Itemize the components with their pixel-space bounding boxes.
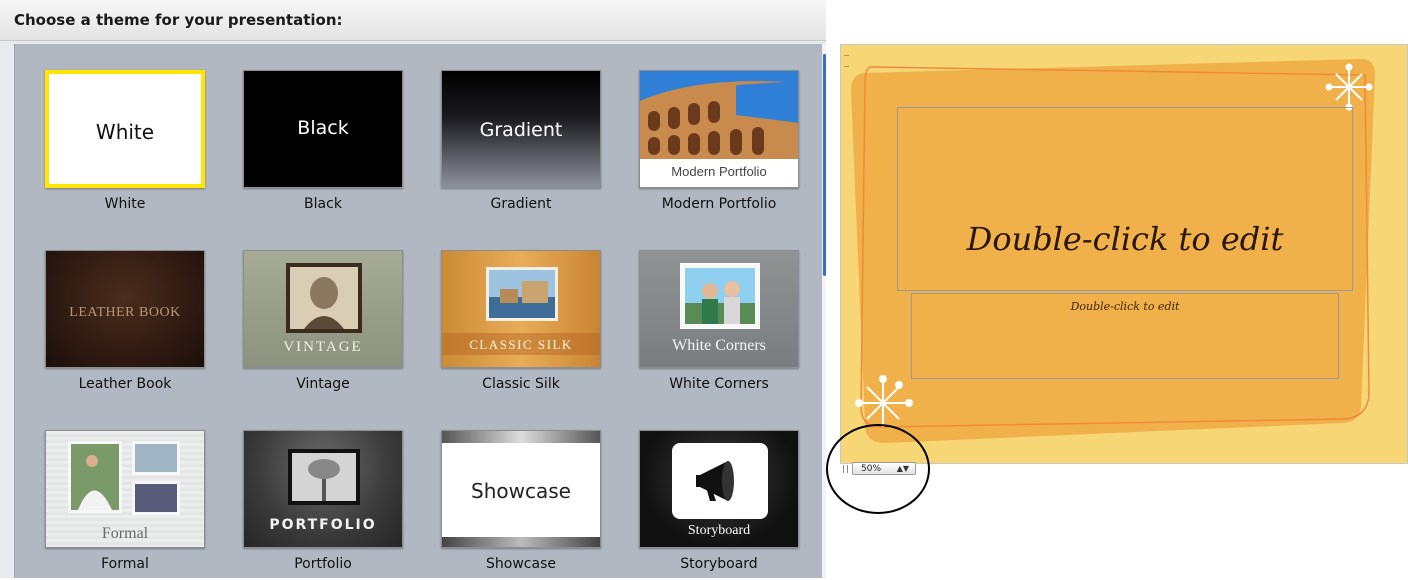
theme-caption: Black (304, 196, 342, 212)
theme-thumbnail-gradient[interactable]: Gradient (441, 70, 601, 188)
theme-caption: Classic Silk (482, 376, 560, 392)
chooser-title: Choose a theme for your presentation: (14, 11, 343, 29)
theme-showcase[interactable]: Showcase Showcase (441, 430, 603, 580)
theme-caption: Gradient (490, 196, 552, 212)
thumb-label: Showcase (471, 479, 571, 503)
megaphone-icon (696, 461, 734, 501)
thumb-label: Modern Portfolio (671, 164, 767, 179)
slide-canvas-area: Double-click to edit Double-click to edi… (840, 44, 1408, 476)
misty-tree-photo-icon (288, 449, 360, 505)
theme-formal[interactable]: Formal Formal (45, 430, 207, 580)
theme-thumbnail-vintage[interactable]: VINTAGE (243, 250, 403, 368)
theme-caption: Formal (101, 556, 149, 572)
theme-thumbnail-leather-book[interactable]: LEATHER BOOK (45, 250, 205, 368)
showcase-bottom-bar (442, 537, 600, 547)
slide-canvas[interactable]: Double-click to edit Double-click to edi… (840, 44, 1408, 464)
theme-caption: Modern Portfolio (661, 196, 777, 212)
split-grip-icon[interactable] (843, 465, 848, 473)
theme-white[interactable]: White White (45, 70, 207, 220)
zoom-value: 50% (861, 464, 882, 474)
thumb-label: White (95, 120, 155, 144)
theme-vintage[interactable]: VINTAGE Vintage (243, 250, 405, 400)
colosseum-photo-icon (640, 71, 798, 159)
resize-grip-icon[interactable] (844, 55, 849, 67)
thumb-label: PORTFOLIO (269, 517, 377, 533)
theme-caption: Storyboard (680, 556, 758, 572)
theme-black[interactable]: Black Black (243, 70, 405, 220)
storyboard-card (672, 443, 768, 519)
theme-grid: White White Black Black Gradient Gradien… (14, 44, 824, 578)
chooser-header: Choose a theme for your presentation: (0, 0, 826, 41)
thumb-label: Gradient (479, 119, 563, 141)
scrollbar-thumb[interactable] (823, 54, 826, 276)
theme-thumbnail-formal[interactable]: Formal (45, 430, 205, 548)
subtitle-placeholder-text: Double-click to edit (1070, 300, 1180, 313)
zoom-select[interactable]: 50% ▲▼ (852, 462, 916, 475)
theme-caption: Showcase (486, 556, 556, 572)
theme-caption: White Corners (669, 376, 769, 392)
theme-thumbnail-black[interactable]: Black (243, 70, 403, 188)
coastal-town-photo-icon (486, 267, 558, 321)
theme-caption: Vintage (296, 376, 350, 392)
wedding-photos-icon (68, 441, 180, 515)
theme-caption: Leather Book (78, 376, 172, 392)
vintage-photo-icon (286, 263, 362, 333)
thumb-label: VINTAGE (283, 339, 363, 355)
theme-storyboard[interactable]: Storyboard Storyboard (639, 430, 801, 580)
thumb-label: CLASSIC SILK (469, 337, 573, 352)
theme-white-corners[interactable]: White Corners White Corners (639, 250, 801, 400)
theme-modern-portfolio[interactable]: Modern Portfolio Modern Portfolio (639, 70, 801, 220)
theme-thumbnail-white-corners[interactable]: White Corners (639, 250, 799, 368)
theme-portfolio[interactable]: PORTFOLIO Portfolio (243, 430, 405, 580)
theme-thumbnail-modern-portfolio[interactable]: Modern Portfolio (639, 70, 799, 188)
title-placeholder[interactable]: Double-click to edit (897, 107, 1353, 291)
showcase-top-bar (442, 431, 600, 443)
thumb-label: Formal (101, 525, 149, 542)
theme-caption: Portfolio (294, 556, 352, 572)
theme-thumbnail-showcase[interactable]: Showcase (441, 430, 601, 548)
theme-thumbnail-classic-silk[interactable]: CLASSIC SILK (441, 250, 601, 368)
thumb-label: Black (297, 117, 349, 139)
theme-leather-book[interactable]: LEATHER BOOK Leather Book (45, 250, 207, 400)
thumb-label: LEATHER BOOK (69, 305, 181, 320)
zoom-bar: 50% ▲▼ (840, 462, 960, 476)
updown-arrows-icon: ▲▼ (896, 464, 909, 473)
theme-classic-silk[interactable]: CLASSIC SILK Classic Silk (441, 250, 603, 400)
theme-gradient[interactable]: Gradient Gradient (441, 70, 603, 220)
thumb-label: White Corners (672, 337, 766, 354)
theme-thumbnail-white[interactable]: White (45, 70, 205, 188)
theme-caption: White (104, 196, 146, 212)
couple-photo-icon (680, 263, 760, 329)
subtitle-placeholder[interactable]: Double-click to edit (911, 293, 1339, 379)
theme-thumbnail-storyboard[interactable]: Storyboard (639, 430, 799, 548)
thumb-label: Storyboard (687, 523, 751, 538)
title-placeholder-text: Double-click to edit (966, 220, 1284, 258)
theme-thumbnail-portfolio[interactable]: PORTFOLIO (243, 430, 403, 548)
theme-chooser-panel: Choose a theme for your presentation: Wh… (0, 0, 826, 578)
